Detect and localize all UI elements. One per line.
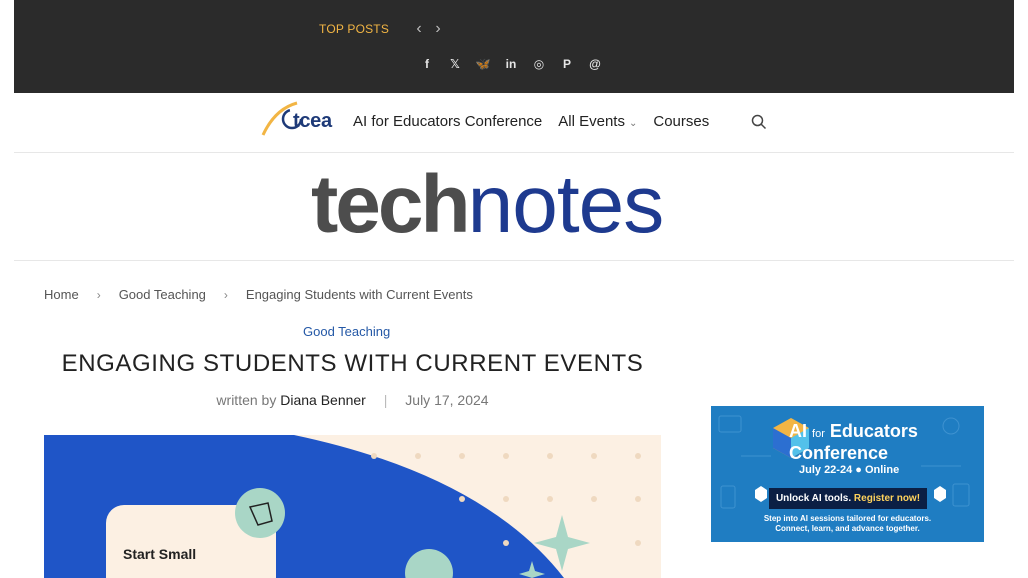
threads-icon[interactable]: @ — [586, 55, 604, 73]
nav-item-ai-conference[interactable]: AI for Educators Conference — [353, 113, 542, 130]
chevron-right-icon: › — [96, 287, 101, 302]
ad-title-educators: Educators — [829, 421, 918, 441]
brand-tech: tech — [311, 159, 471, 250]
brand-notes: notes — [467, 159, 665, 250]
chevron-right-icon[interactable]: › — [429, 18, 447, 40]
chevron-down-icon: ⌄ — [628, 118, 638, 129]
nav-item-all-events-label: All Events — [558, 113, 625, 130]
page-title: ENGAGING STUDENTS WITH CURRENT EVENTS — [61, 350, 644, 377]
ad-sub-line1: Step into AI sessions tailored for educa… — [763, 514, 932, 523]
ad-subtext: Step into AI sessions tailored for educa… — [711, 514, 984, 534]
instagram-icon[interactable]: ◎ — [530, 55, 548, 73]
featured-image: Start Small — [44, 435, 661, 578]
bluesky-icon[interactable]: 🦋 — [474, 55, 492, 73]
nav-item-courses[interactable]: Courses — [653, 113, 709, 130]
category-link[interactable]: Good Teaching — [303, 324, 390, 339]
featured-illustration: Start Small — [44, 435, 661, 578]
logo-text[interactable]: tcea — [293, 110, 332, 133]
ad-date: July 22-24 ● Online — [799, 464, 900, 476]
breadcrumb: Home › Good Teaching › Engaging Students… — [44, 287, 473, 302]
linkedin-icon[interactable]: in — [502, 55, 520, 73]
article-meta: written by Diana Benner | July 17, 2024 — [44, 392, 661, 408]
search-icon[interactable] — [751, 114, 767, 130]
hero-card-text: Start Small — [123, 546, 196, 562]
pinterest-icon[interactable]: P — [558, 55, 576, 73]
top-bar: TOP POSTS ‹ › f 𝕏 🦋 in ◎ P @ — [14, 0, 1014, 93]
register-now-button[interactable]: Unlock AI tools. Register now! — [769, 488, 927, 509]
ad-title-conference: Conference — [789, 443, 889, 463]
x-icon[interactable]: 𝕏 — [446, 55, 464, 73]
conference-ad-banner[interactable]: AI for Educators Conference July 22-24 ●… — [711, 406, 984, 542]
nav-menu: AI for Educators Conference All Events ⌄ … — [353, 113, 709, 130]
brand-header: technotes — [14, 153, 1014, 261]
chevron-right-icon: › — [223, 287, 228, 302]
ad-button-text-b: Register now! — [853, 493, 921, 504]
main-nav: tcea AI for Educators Conference All Eve… — [14, 93, 1014, 153]
facebook-icon[interactable]: f — [418, 55, 436, 73]
social-links: f 𝕏 🦋 in ◎ P @ — [418, 55, 604, 73]
top-posts-label: TOP POSTS — [319, 22, 390, 36]
meta-divider: | — [383, 392, 388, 408]
technotes-logo[interactable]: technotes — [311, 159, 665, 250]
author-link[interactable]: Diana Benner — [280, 392, 366, 408]
ad-sub-line2: Connect, learn, and advance together. — [775, 524, 920, 533]
breadcrumb-category[interactable]: Good Teaching — [119, 287, 206, 302]
nav-item-all-events[interactable]: All Events ⌄ — [558, 113, 637, 130]
breadcrumb-home[interactable]: Home — [44, 287, 79, 302]
ad-title-for: for — [812, 428, 825, 440]
breadcrumb-current: Engaging Students with Current Events — [245, 287, 473, 302]
chevron-left-icon[interactable]: ‹ — [410, 18, 428, 40]
publish-date: July 17, 2024 — [405, 392, 489, 408]
ad-title-ai: AI — [789, 421, 807, 441]
byline-prefix: written by — [216, 392, 277, 408]
ad-button-text-a: Unlock AI tools. — [775, 493, 852, 504]
ad-title: AI for Educators Conference — [789, 422, 918, 463]
